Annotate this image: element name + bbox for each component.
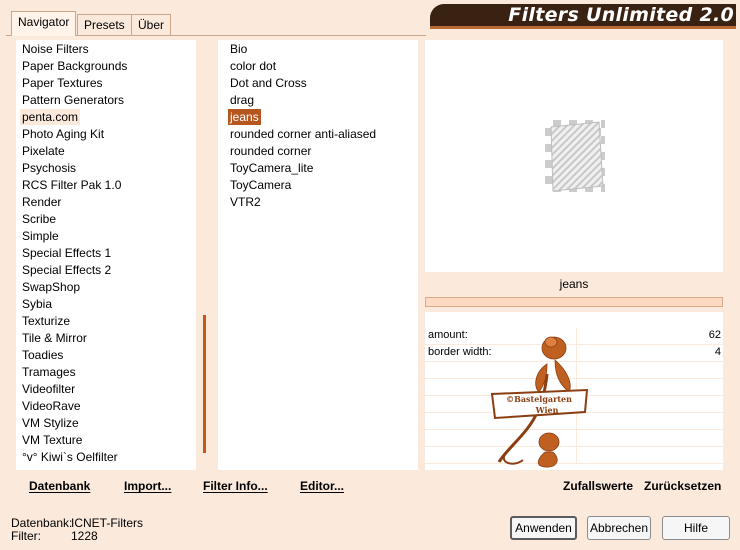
category-item[interactable]: SwapShop xyxy=(20,279,82,295)
help-button[interactable]: Hilfe xyxy=(662,516,730,540)
filter-list[interactable]: Bio color dot Dot and Cross drag jeans rounde… xyxy=(218,40,418,470)
parameter-value[interactable]: 4 xyxy=(715,346,721,358)
category-list[interactable]: Noise Filters Paper Backgrounds Paper Text… xyxy=(16,40,196,470)
preview-area xyxy=(425,40,723,272)
watermark-text-2: Wien xyxy=(535,405,559,415)
filter-item[interactable]: Dot and Cross xyxy=(228,75,309,91)
category-item[interactable]: VM Texture xyxy=(20,432,84,448)
filter-item[interactable]: VTR2 xyxy=(228,194,263,210)
parameter-label: border width: xyxy=(428,346,492,358)
zufallswerte-button[interactable]: Zufallswerte xyxy=(563,479,633,493)
preview-filter-name: jeans xyxy=(425,272,723,296)
filter-item[interactable]: jeans xyxy=(228,109,261,125)
category-item[interactable]: Pattern Generators xyxy=(20,92,126,108)
category-item[interactable]: Photo Aging Kit xyxy=(20,126,106,142)
status-db-value: ICNET-Filters xyxy=(71,516,143,530)
filter-info-button[interactable]: Filter Info... xyxy=(203,479,268,493)
category-item[interactable]: VM Stylize xyxy=(20,415,81,431)
cancel-button[interactable]: Abbrechen xyxy=(587,516,651,540)
editor-button[interactable]: Editor... xyxy=(300,479,344,493)
progress-bar xyxy=(425,297,723,307)
datenbank-button[interactable]: Datenbank xyxy=(29,479,90,493)
category-item[interactable]: Render xyxy=(20,194,63,210)
parameter-value[interactable]: 62 xyxy=(709,329,721,341)
filter-item[interactable]: ToyCamera xyxy=(228,177,293,193)
parameter-label: amount: xyxy=(428,329,468,341)
category-item[interactable]: Special Effects 2 xyxy=(20,262,113,278)
category-item[interactable]: Pixelate xyxy=(20,143,67,159)
filter-item[interactable]: color dot xyxy=(228,58,278,74)
tab-presets[interactable]: Presets xyxy=(77,14,132,35)
category-item[interactable]: penta.com xyxy=(20,109,81,125)
category-item[interactable]: RCS Filter Pak 1.0 xyxy=(20,177,123,193)
filter-item[interactable]: drag xyxy=(228,92,256,108)
watermark-text: ©Bastelgarten xyxy=(506,394,572,404)
category-item[interactable]: Tramages xyxy=(20,364,78,380)
category-item[interactable]: Scribe xyxy=(20,211,58,227)
category-item[interactable]: Psychosis xyxy=(20,160,78,176)
zuruecksetzen-button[interactable]: Zurücksetzen xyxy=(644,479,721,493)
tab-navigator[interactable]: Navigator xyxy=(11,11,77,36)
category-item[interactable]: Tile & Mirror xyxy=(20,330,89,346)
apply-button[interactable]: Anwenden xyxy=(510,516,577,540)
category-item[interactable]: °v° Kiwi`s Oelfilter xyxy=(20,449,120,465)
filter-item[interactable]: Bio xyxy=(228,41,249,57)
category-scrollbar-thumb[interactable] xyxy=(203,315,206,453)
app-title: Filters Unlimited 2.0 xyxy=(508,4,734,26)
status-filter-label: Filter: xyxy=(11,529,41,543)
category-item[interactable]: Videofilter xyxy=(20,381,77,397)
category-item[interactable]: Noise Filters xyxy=(20,41,91,57)
category-item[interactable]: Sybia xyxy=(20,296,54,312)
parameter-panel[interactable]: amount: 62 border width: 4 ©Bastelgarten Wi… xyxy=(425,312,723,470)
filter-item[interactable]: rounded corner xyxy=(228,143,313,159)
filter-item[interactable]: ToyCamera_lite xyxy=(228,160,315,176)
watermark-logo: ©Bastelgarten Wien xyxy=(490,336,589,468)
status-db-label: Datenbank: xyxy=(11,516,73,530)
preview-thumbnail xyxy=(545,120,605,192)
category-item[interactable]: VideoRave xyxy=(20,398,83,414)
category-item[interactable]: Paper Textures xyxy=(20,75,105,91)
category-item[interactable]: Paper Backgrounds xyxy=(20,58,129,74)
category-item[interactable]: Toadies xyxy=(20,347,65,363)
category-item[interactable]: Special Effects 1 xyxy=(20,245,113,261)
filter-item[interactable]: rounded corner anti-aliased xyxy=(228,126,378,142)
tab-ueber[interactable]: Über xyxy=(131,14,172,35)
import-button[interactable]: Import... xyxy=(124,479,171,493)
status-filter-value: 1228 xyxy=(71,529,98,543)
category-item[interactable]: Texturize xyxy=(20,313,72,329)
category-item[interactable]: Simple xyxy=(20,228,61,244)
